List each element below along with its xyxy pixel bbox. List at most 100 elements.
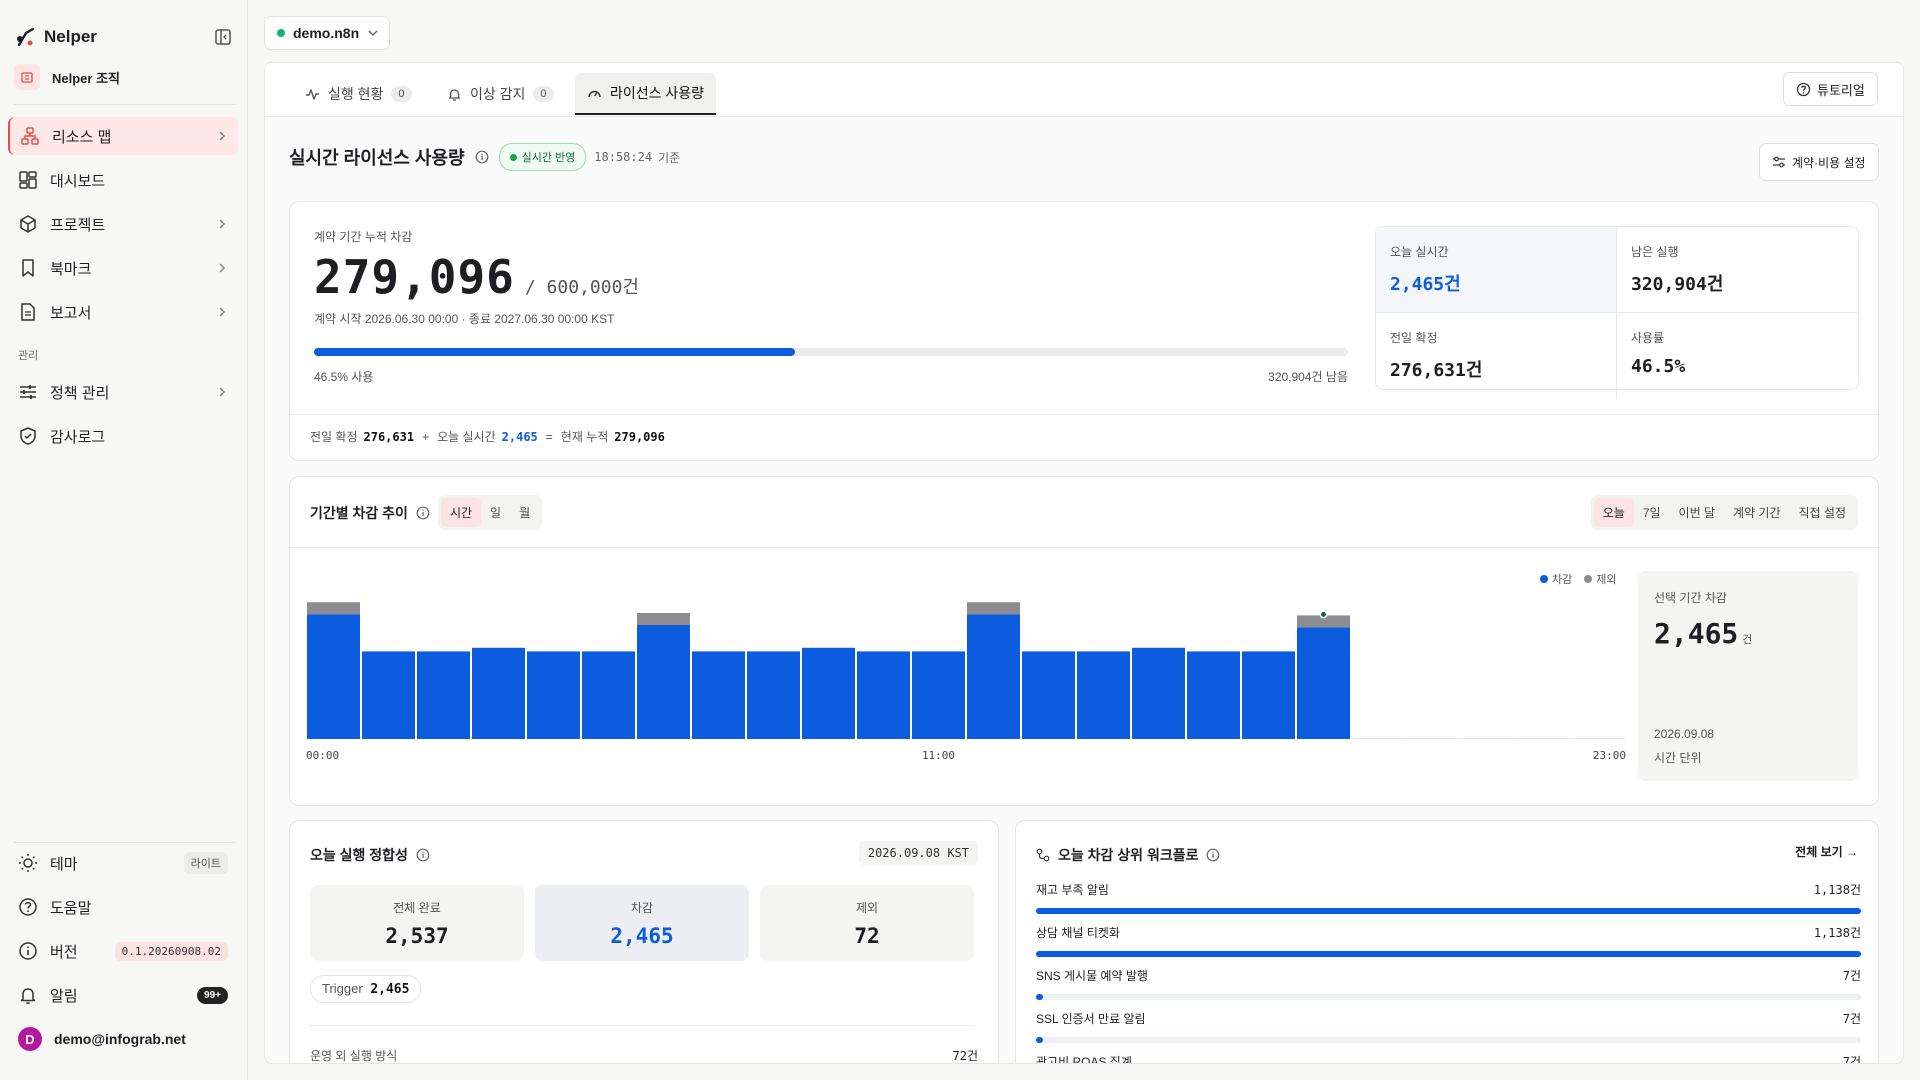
gauge-icon bbox=[587, 86, 602, 101]
org-switcher[interactable]: Nelper 조직 bbox=[14, 64, 120, 90]
user-email: demo@infograb.net bbox=[54, 1031, 186, 1047]
workspace-switcher[interactable]: demo.n8n bbox=[264, 16, 390, 50]
count-label: 전체 완료 bbox=[393, 901, 441, 915]
bar-deducted[interactable] bbox=[1297, 627, 1350, 739]
workflow-row[interactable]: 상담 채널 티켓화 1,138건 bbox=[1036, 924, 1861, 957]
formula-eq: = bbox=[545, 429, 553, 444]
granularity-day[interactable]: 일 bbox=[481, 498, 510, 527]
sidebar-item-label: 정책 관리 bbox=[50, 384, 110, 402]
bar-empty bbox=[1572, 738, 1625, 739]
chevron-right-icon bbox=[216, 386, 228, 398]
bar-deducted[interactable] bbox=[1077, 651, 1130, 739]
info-icon[interactable] bbox=[1206, 848, 1220, 862]
selected-unit: 건 bbox=[1742, 634, 1753, 646]
sidebar-item-help[interactable]: 도움말 bbox=[8, 888, 238, 926]
workflow-bar-track bbox=[1036, 908, 1861, 914]
document-icon bbox=[18, 302, 38, 322]
settings-label: 계약·비용 설정 bbox=[1792, 155, 1866, 170]
sidebar-item-reports[interactable]: 보고서 bbox=[8, 293, 238, 331]
stat-previous-day: 전일 확정 276,631건 bbox=[1376, 313, 1617, 398]
workflow-row[interactable]: 재고 부족 알림 1,138건 bbox=[1036, 881, 1861, 914]
trigger-chip[interactable]: Trigger 2,465 bbox=[310, 975, 422, 1003]
workflow-row[interactable]: SSL 인증서 만료 알림 7건 bbox=[1036, 1010, 1861, 1043]
bar-deducted[interactable] bbox=[307, 614, 360, 739]
count-box-deducted[interactable]: 차감 2,465 bbox=[535, 885, 749, 961]
bar-deducted[interactable] bbox=[692, 651, 745, 739]
sidebar-item-resource-map[interactable]: 리소스 맵 bbox=[8, 117, 238, 155]
bar-deducted[interactable] bbox=[362, 651, 415, 739]
tab-execution-status[interactable]: 실행 현황 0 bbox=[293, 73, 424, 115]
bar-deducted[interactable] bbox=[1242, 651, 1295, 739]
count-label: 제외 bbox=[855, 901, 879, 915]
bar-deducted[interactable] bbox=[857, 651, 910, 739]
tab-license-usage[interactable]: 라이선스 사용량 bbox=[575, 73, 717, 115]
bar-excluded[interactable] bbox=[967, 602, 1020, 615]
trend-title: 기간별 차감 추이 bbox=[310, 504, 408, 521]
x-tick-label: 11:00 bbox=[922, 749, 955, 762]
sidebar-item-audit-log[interactable]: 감사로그 bbox=[8, 417, 238, 455]
page-header: 실시간 라이선스 사용량 실시간 반영 18:58:24 기준 bbox=[289, 143, 680, 171]
info-icon[interactable] bbox=[416, 848, 430, 862]
timestamp: 18:58:24 bbox=[594, 150, 653, 164]
bar-empty bbox=[1462, 738, 1515, 739]
dashboard-icon bbox=[18, 170, 38, 190]
sidebar: Nelper Nelper 조직 리소스 맵 대시보드 프로젝트 북마크 보고서… bbox=[0, 0, 248, 1080]
range-contract[interactable]: 계약 기간 bbox=[1724, 498, 1790, 527]
bar-deducted[interactable] bbox=[967, 614, 1020, 739]
count-box-excluded[interactable]: 제외 72 bbox=[760, 885, 974, 961]
top-workflows-card: 오늘 차감 상위 워크플로 전체 보기 → 재고 부족 알림 1,138건 상담 … bbox=[1015, 820, 1879, 1063]
bar-deducted[interactable] bbox=[582, 651, 635, 739]
trend-bar-chart: 00:00 11:00 23:00 bbox=[306, 602, 1626, 762]
workspace-name: demo.n8n bbox=[293, 25, 360, 41]
tutorial-button[interactable]: 튜토리얼 bbox=[1783, 72, 1878, 106]
workflow-row[interactable]: SNS 게시물 예약 발행 7건 bbox=[1036, 967, 1861, 1000]
avatar: D bbox=[18, 1027, 42, 1051]
view-all-link[interactable]: 전체 보기 → bbox=[1795, 843, 1858, 860]
stat-today-realtime: 오늘 실시간 2,465건 bbox=[1376, 227, 1617, 313]
range-this-month[interactable]: 이번 달 bbox=[1670, 498, 1724, 527]
sidebar-item-projects[interactable]: 프로젝트 bbox=[8, 205, 238, 243]
cube-icon bbox=[18, 214, 38, 234]
sidebar-item-policy[interactable]: 정책 관리 bbox=[8, 373, 238, 411]
bar-deducted[interactable] bbox=[802, 647, 855, 739]
current-hour-marker bbox=[1319, 610, 1328, 619]
granularity-hour[interactable]: 시간 bbox=[440, 498, 482, 527]
info-icon bbox=[18, 941, 38, 961]
org-name: Nelper 조직 bbox=[52, 70, 120, 86]
selected-unit-label: 시간 단위 bbox=[1654, 751, 1702, 765]
range-custom[interactable]: 직접 설정 bbox=[1790, 498, 1856, 527]
chevron-down-icon bbox=[367, 27, 379, 39]
info-icon[interactable] bbox=[475, 150, 489, 164]
info-icon[interactable] bbox=[416, 506, 430, 520]
range-7d[interactable]: 7일 bbox=[1634, 498, 1670, 527]
workflow-row[interactable]: 광고비 ROAS 집계 7건 bbox=[1036, 1053, 1861, 1063]
bar-deducted[interactable] bbox=[747, 651, 800, 739]
formula-b-value: 2,465 bbox=[501, 429, 538, 444]
settings-sliders-icon bbox=[1772, 155, 1786, 169]
chevron-right-icon bbox=[216, 262, 228, 274]
contract-settings-button[interactable]: 계약·비용 설정 bbox=[1759, 143, 1879, 181]
sidebar-item-label: 보고서 bbox=[50, 304, 92, 322]
bar-deducted[interactable] bbox=[417, 651, 470, 739]
collapse-sidebar-icon[interactable] bbox=[214, 28, 232, 46]
user-menu[interactable]: D demo@infograb.net bbox=[8, 1020, 238, 1058]
bar-excluded[interactable] bbox=[307, 602, 360, 615]
theme-toggle[interactable]: 테마 라이트 bbox=[8, 844, 238, 882]
bar-deducted[interactable] bbox=[912, 651, 965, 739]
tab-anomaly-detection[interactable]: 이상 감지 0 bbox=[435, 73, 566, 115]
sidebar-item-alerts[interactable]: 알림 99+ bbox=[8, 976, 238, 1014]
sidebar-item-bookmarks[interactable]: 북마크 bbox=[8, 249, 238, 287]
bar-deducted[interactable] bbox=[527, 651, 580, 739]
workflow-bar-fill bbox=[1036, 1037, 1043, 1043]
granularity-month[interactable]: 월 bbox=[510, 498, 539, 527]
bar-deducted[interactable] bbox=[637, 625, 690, 739]
bar-deducted[interactable] bbox=[1187, 651, 1240, 739]
workflow-value: 1,138건 bbox=[1813, 926, 1861, 940]
bar-excluded[interactable] bbox=[637, 613, 690, 625]
bar-deducted[interactable] bbox=[472, 647, 525, 739]
stat-value: 46.5% bbox=[1631, 356, 1686, 377]
sidebar-item-dashboard[interactable]: 대시보드 bbox=[8, 161, 238, 199]
bar-deducted[interactable] bbox=[1022, 651, 1075, 739]
bar-deducted[interactable] bbox=[1132, 647, 1185, 739]
range-today[interactable]: 오늘 bbox=[1593, 498, 1634, 527]
